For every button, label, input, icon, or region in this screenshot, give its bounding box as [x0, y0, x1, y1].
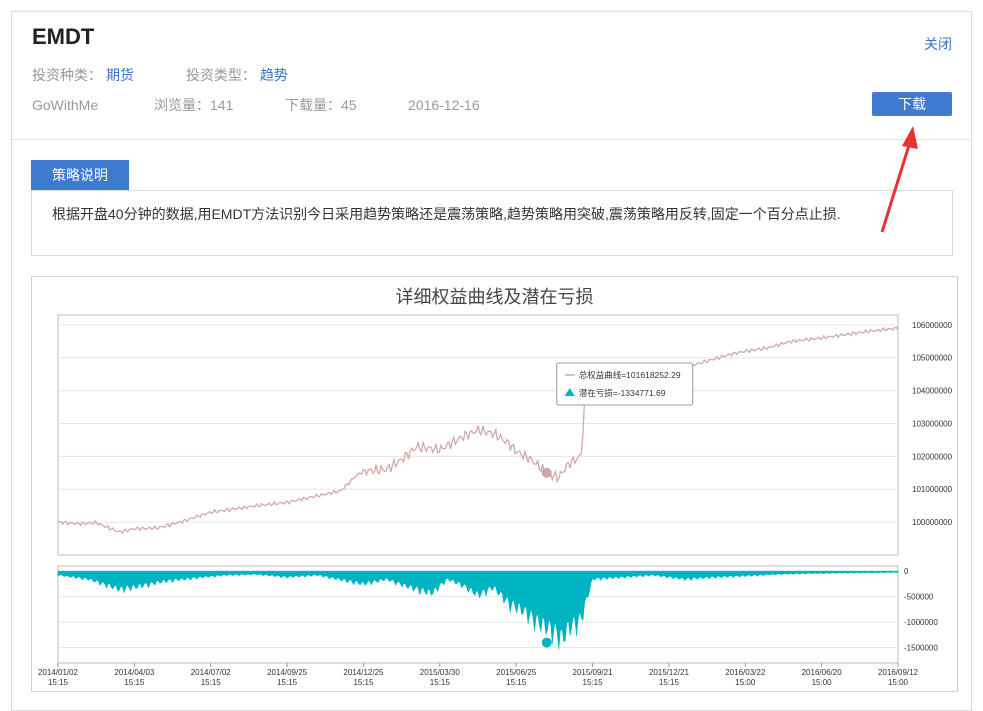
- strategy-description: 根据开盘40分钟的数据,用EMDT方法识别今日采用趋势策略还是震荡策略,趋势策略…: [31, 190, 953, 256]
- x-tick-label-date: 2014/04/03: [114, 668, 155, 677]
- x-tick-label-time: 15:15: [506, 678, 527, 687]
- invest-category-label: 投资种类：: [32, 67, 102, 83]
- invest-type-value[interactable]: 趋势: [260, 67, 288, 83]
- x-tick-label-time: 15:15: [430, 678, 451, 687]
- strategy-detail-panel: EMDT 关闭 投资种类： 期货 投资类型： 趋势 GoWithMe 浏览量：141 下…: [11, 11, 972, 711]
- strategy-description-text: 根据开盘40分钟的数据,用EMDT方法识别今日采用趋势策略还是震荡策略,趋势策略…: [52, 206, 841, 222]
- view-count: 浏览量：141: [154, 97, 234, 113]
- x-tick-label-time: 15:00: [735, 678, 756, 687]
- x-tick-label-date: 2016/03/22: [725, 668, 766, 677]
- x-tick-label-date: 2015/09/21: [573, 668, 614, 677]
- x-tick-label-date: 2014/12/25: [343, 668, 384, 677]
- x-tick-label-time: 15:15: [124, 678, 145, 687]
- x-tick-label-time: 15:15: [583, 678, 604, 687]
- close-link[interactable]: 关闭: [924, 34, 952, 54]
- drawdown-hover-point: [541, 637, 552, 648]
- author-name: GoWithMe: [32, 97, 99, 113]
- publish-date: 2016-12-16: [408, 97, 480, 113]
- x-tick-label-date: 2015/06/25: [496, 668, 537, 677]
- x-tick-label-date: 2015/03/30: [420, 668, 461, 677]
- x-tick-label-date: 2014/01/02: [38, 668, 79, 677]
- x-tick-label-time: 15:15: [48, 678, 69, 687]
- equity-tick-label: 101000000: [912, 485, 953, 494]
- drawdown-tick-label: -1000000: [904, 618, 938, 627]
- drawdown-tick-label: -500000: [904, 593, 934, 602]
- equity-chart: 详细权益曲线及潜在亏损 100000000 101000000 102000000 1…: [31, 276, 958, 692]
- meta-row-stats: GoWithMe 浏览量：141 下载量：45 2016-12-16: [32, 95, 480, 115]
- download-button[interactable]: 下载: [872, 92, 952, 116]
- x-tick-label-time: 15:15: [201, 678, 222, 687]
- equity-plot-frame: [57, 314, 899, 556]
- x-tick-label-time: 15:15: [659, 678, 680, 687]
- equity-hover-point: [541, 467, 552, 478]
- drawdown-tick-label: -1500000: [904, 644, 938, 653]
- x-tick-label-time: 15:00: [812, 678, 833, 687]
- divider: [12, 139, 971, 140]
- invest-category-value[interactable]: 期货: [106, 67, 134, 83]
- x-tick-label-date: 2014/07/02: [191, 668, 232, 677]
- x-tick-label-time: 15:15: [277, 678, 298, 687]
- x-tick-label-time: 15:15: [353, 678, 374, 687]
- meta-row-types: 投资种类： 期货 投资类型： 趋势: [32, 65, 288, 85]
- x-tick-label-date: 2016/09/12: [878, 668, 919, 677]
- drawdown-series-area: [57, 570, 899, 650]
- equity-tick-label: 105000000: [912, 354, 953, 363]
- x-tick-label-date: 2015/12/21: [649, 668, 690, 677]
- equity-tick-label: 106000000: [912, 321, 953, 330]
- x-tick-label-time: 15:00: [888, 678, 909, 687]
- equity-tick-label: 104000000: [912, 387, 953, 396]
- tooltip-equity-text: 总权益曲线=101618252.29: [579, 370, 681, 380]
- invest-type-label: 投资类型：: [185, 67, 256, 83]
- page-title: EMDT: [32, 24, 95, 49]
- tab-strategy-description[interactable]: 策略说明: [31, 160, 129, 190]
- download-count: 下载量：45: [285, 97, 357, 113]
- equity-tick-label: 102000000: [912, 452, 953, 461]
- drawdown-tick-label: 0: [904, 567, 909, 576]
- equity-tick-label: 103000000: [912, 419, 953, 428]
- x-tick-label-date: 2014/09/25: [267, 668, 308, 677]
- x-tick-label-date: 2016/06/20: [802, 668, 843, 677]
- tooltip-drawdown-text: 潜在亏损=-1334771.69: [579, 388, 666, 398]
- chart-svg[interactable]: 100000000 101000000 102000000 103000000 1040…: [32, 277, 957, 691]
- equity-tick-label: 100000000: [912, 518, 953, 527]
